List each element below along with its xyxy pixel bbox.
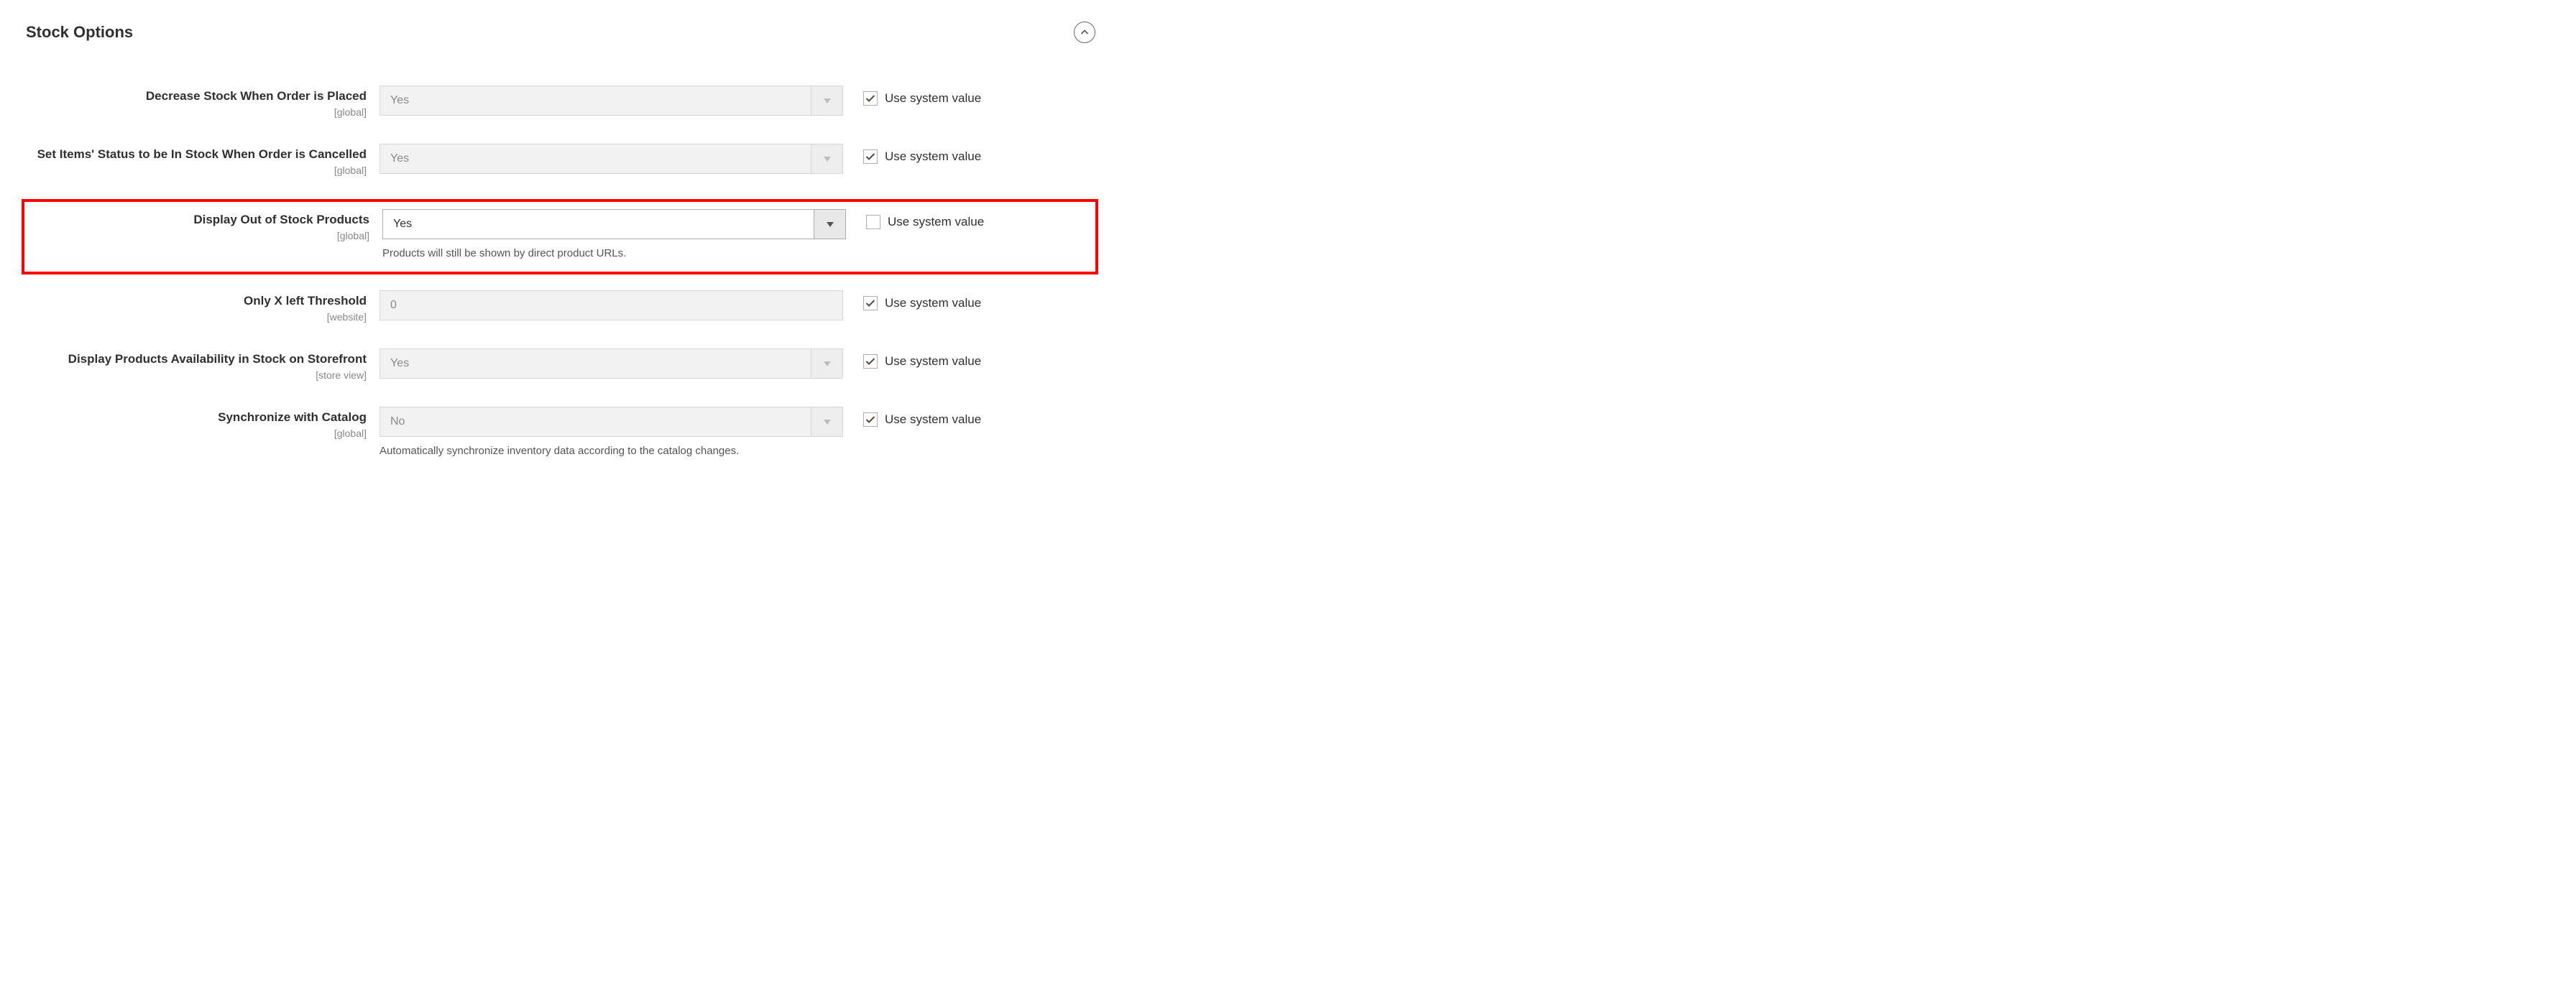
field-label-col: Display Out of Stock Products [global] [30,209,382,241]
input-value: 0 [390,299,397,312]
use-system-value-col: Use system value [846,209,984,229]
use-system-value-label: Use system value [885,296,981,310]
chevron-down-icon [811,407,842,436]
chevron-up-icon [1080,28,1089,37]
field-label: Display Products Availability in Stock o… [27,351,367,368]
field-set-in-stock-on-cancel: Set Items' Status to be In Stock When Or… [22,141,1098,179]
collapse-section-button[interactable] [1074,22,1095,43]
only-x-left-threshold-input[interactable]: 0 [380,290,843,320]
field-control-col: No Automatically synchronize inventory d… [380,407,843,458]
field-only-x-left-threshold: Only X left Threshold [website] 0 Use sy… [22,287,1098,326]
field-control-col: Yes Products will still be shown by dire… [382,209,846,261]
use-system-value-col: Use system value [843,144,981,164]
field-scope: [global] [30,230,369,241]
select-value: Yes [383,210,814,239]
field-label: Decrease Stock When Order is Placed [27,88,367,105]
field-label-col: Synchronize with Catalog [global] [27,407,380,439]
use-system-value-checkbox[interactable] [863,91,878,106]
field-label-col: Display Products Availability in Stock o… [27,348,380,381]
set-in-stock-on-cancel-select[interactable]: Yes [380,144,843,174]
field-display-availability: Display Products Availability in Stock o… [22,346,1098,384]
use-system-value-label: Use system value [885,149,981,164]
use-system-value-checkbox[interactable] [863,296,878,310]
field-helper-text: Automatically synchronize inventory data… [380,444,843,458]
fields-container: Decrease Stock When Order is Placed [glo… [22,83,1098,461]
field-scope: [global] [27,428,367,439]
field-label-col: Only X left Threshold [website] [27,290,380,323]
use-system-value-checkbox[interactable] [863,149,878,164]
use-system-value-checkbox[interactable] [863,354,878,369]
check-icon [865,299,875,308]
use-system-value-col: Use system value [843,86,981,106]
display-out-of-stock-select[interactable]: Yes [382,209,846,239]
field-scope: [store view] [27,369,367,381]
chevron-down-icon [811,144,842,173]
select-value: Yes [380,349,811,378]
select-value: No [380,407,811,436]
use-system-value-label: Use system value [885,354,981,369]
field-label: Set Items' Status to be In Stock When Or… [27,147,367,163]
field-label: Display Out of Stock Products [30,212,369,228]
chevron-down-icon [811,86,842,115]
field-decrease-stock: Decrease Stock When Order is Placed [glo… [22,83,1098,121]
check-icon [865,415,875,424]
section-header: Stock Options [22,22,1098,43]
field-control-col: Yes [380,86,843,116]
display-availability-select[interactable]: Yes [380,348,843,379]
field-label: Only X left Threshold [27,293,367,310]
sync-catalog-select[interactable]: No [380,407,843,437]
field-label-col: Decrease Stock When Order is Placed [glo… [27,86,380,118]
field-control-col: Yes [380,144,843,174]
check-icon [865,152,875,161]
chevron-down-icon [811,349,842,378]
select-value: Yes [380,144,811,173]
field-label: Synchronize with Catalog [27,410,367,426]
field-scope: [global] [27,106,367,118]
field-display-out-of-stock: Display Out of Stock Products [global] Y… [22,199,1098,275]
use-system-value-col: Use system value [843,348,981,369]
field-label-col: Set Items' Status to be In Stock When Or… [27,144,380,176]
use-system-value-col: Use system value [843,290,981,310]
check-icon [865,94,875,103]
use-system-value-label: Use system value [888,215,984,229]
use-system-value-checkbox[interactable] [866,215,880,229]
use-system-value-col: Use system value [843,407,981,427]
decrease-stock-select[interactable]: Yes [380,86,843,116]
field-helper-text: Products will still be shown by direct p… [382,246,846,261]
section-title: Stock Options [22,23,133,42]
field-scope: [website] [27,311,367,323]
use-system-value-label: Use system value [885,91,981,106]
field-scope: [global] [27,165,367,176]
select-value: Yes [380,86,811,115]
use-system-value-checkbox[interactable] [863,412,878,427]
field-control-col: 0 [380,290,843,320]
chevron-down-icon [814,210,845,239]
use-system-value-label: Use system value [885,412,981,427]
stock-options-section: Stock Options Decrease Stock When Order … [0,0,1120,494]
field-sync-catalog: Synchronize with Catalog [global] No Aut… [22,404,1098,461]
field-control-col: Yes [380,348,843,379]
check-icon [865,357,875,366]
